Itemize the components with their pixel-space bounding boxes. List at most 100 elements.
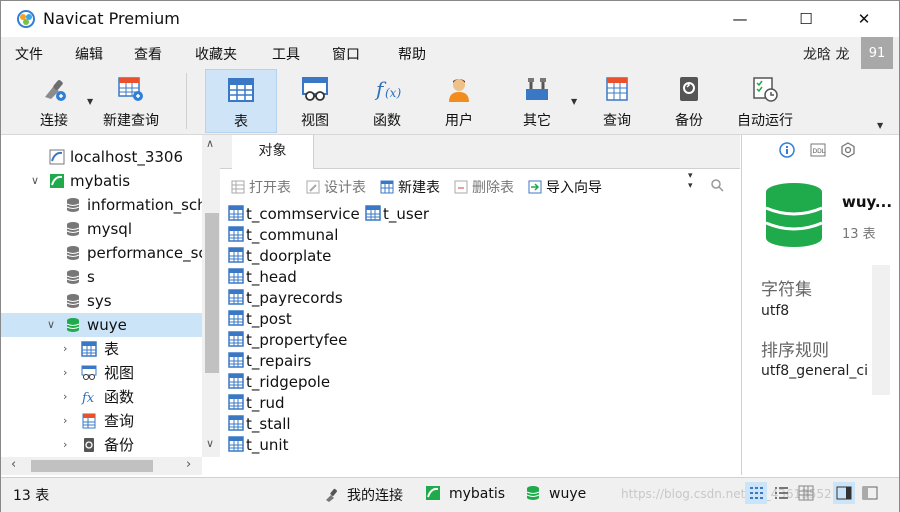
toolbar-overflow-icon[interactable]: ▼ — [877, 121, 883, 130]
menu-edit[interactable]: 编辑 — [75, 44, 103, 64]
new-query-icon — [118, 77, 143, 101]
expand-arrow-icon[interactable]: › — [63, 337, 67, 361]
tree-label-wuye: wuye — [87, 316, 127, 334]
mysql-connection-icon — [426, 486, 440, 500]
menu-favorites[interactable]: 收藏夹 — [195, 44, 237, 64]
collapse-arrow-icon[interactable]: ∨ — [47, 313, 55, 337]
scroll-up-icon[interactable]: ∧ — [206, 137, 214, 150]
scroll-left-icon[interactable]: ‹ — [11, 457, 16, 472]
tree-item-database[interactable]: sys — [1, 289, 202, 313]
import-wizard-label: 导入向导 — [546, 180, 602, 196]
list-view-icon[interactable] — [745, 482, 767, 504]
toolbar-new-query-button[interactable]: 新建查询 — [99, 69, 163, 133]
maximize-button[interactable]: ☐ — [783, 1, 829, 37]
detail-view-icon[interactable] — [770, 482, 792, 504]
new-table-label: 新建表 — [398, 180, 440, 196]
new-table-button[interactable]: 新建表 — [380, 177, 440, 197]
toolbar-function-button[interactable]: f (x) 函数 — [351, 69, 423, 133]
table-row[interactable]: t_communal — [228, 225, 338, 246]
menu-view[interactable]: 查看 — [134, 44, 162, 64]
tree-item-queries[interactable]: › 查询 — [1, 409, 202, 433]
ddl-icon[interactable]: DDL — [810, 143, 826, 157]
tree-item-database[interactable]: performance_schema — [1, 241, 202, 265]
toolbar-backup-label: 备份 — [675, 113, 703, 129]
tree-item-views[interactable]: › 视图 — [1, 361, 202, 385]
toolbar-view-button[interactable]: 视图 — [279, 69, 351, 133]
tree-vertical-scrollbar[interactable]: ∧ ∨ — [202, 135, 220, 457]
design-table-button[interactable]: 设计表 — [306, 177, 366, 197]
toolbar-others-button[interactable]: 其它 — [501, 69, 573, 133]
notification-badge[interactable]: 91 — [861, 37, 893, 69]
svg-text:(x): (x) — [385, 86, 401, 100]
table-row[interactable]: t_user — [365, 204, 429, 225]
toolbar-query-button[interactable]: 查询 — [581, 69, 653, 133]
tree-item-connection[interactable]: localhost_3306 — [1, 145, 202, 169]
design-table-label: 设计表 — [324, 180, 366, 196]
connection-dropdown-icon[interactable]: ▼ — [87, 97, 93, 106]
table-icon — [81, 341, 97, 357]
tree-label-views: 视图 — [104, 364, 135, 382]
menu-tools[interactable]: 工具 — [272, 44, 300, 64]
more-actions-icon[interactable]: ▾ ▾ — [688, 171, 693, 191]
toolbar-automation-button[interactable]: 自动运行 — [729, 69, 801, 133]
tree-item-database[interactable]: mysql — [1, 217, 202, 241]
tab-objects[interactable]: 对象 — [232, 135, 314, 169]
toolbar-table-button[interactable]: 表 — [205, 69, 277, 133]
table-row[interactable]: t_head — [228, 267, 297, 288]
menu-help[interactable]: 帮助 — [398, 44, 426, 64]
table-row[interactable]: t_propertyfee — [228, 330, 347, 351]
expand-arrow-icon[interactable]: › — [63, 433, 67, 457]
open-table-button[interactable]: 打开表 — [231, 177, 291, 197]
tree-item-wuye[interactable]: ∨ wuye — [1, 313, 202, 337]
toolbar-user-button[interactable]: 用户 — [423, 69, 495, 133]
search-icon[interactable] — [711, 179, 724, 192]
delete-table-button[interactable]: 删除表 — [454, 177, 514, 197]
toggle-panel-icon[interactable] — [859, 482, 881, 504]
expand-arrow-icon[interactable]: › — [63, 409, 67, 433]
table-list: t_commservice t_user t_communal t_doorplate… — [220, 201, 740, 475]
table-name: t_head — [246, 268, 297, 286]
collation-label: 排序规则 — [761, 341, 829, 361]
table-row[interactable]: t_commservice — [228, 204, 360, 225]
info-scrollbar[interactable] — [872, 265, 890, 395]
table-row[interactable]: t_ridgepole — [228, 372, 330, 393]
scrollbar-thumb[interactable] — [31, 460, 153, 472]
table-row[interactable]: t_stall — [228, 414, 291, 435]
tree-item-database[interactable]: information_schema — [1, 193, 202, 217]
tree-label-database: mysql — [87, 220, 132, 238]
table-row[interactable]: t_doorplate — [228, 246, 331, 267]
toolbar-backup-button[interactable]: 备份 — [653, 69, 725, 133]
expand-arrow-icon[interactable]: › — [63, 361, 67, 385]
user-name[interactable]: 龙晗 龙 — [803, 44, 849, 64]
grid-view-icon[interactable] — [795, 482, 817, 504]
info-icon[interactable] — [779, 142, 795, 158]
minimize-button[interactable]: — — [717, 1, 763, 37]
tree-item-backups[interactable]: › 备份 — [1, 433, 202, 457]
table-row[interactable]: t_post — [228, 309, 292, 330]
tree-horizontal-scrollbar[interactable]: ‹ › — [1, 457, 202, 475]
table-row[interactable]: t_repairs — [228, 351, 311, 372]
table-row[interactable]: t_payrecords — [228, 288, 343, 309]
scroll-right-icon[interactable]: › — [186, 457, 191, 472]
table-row[interactable]: t_rud — [228, 393, 285, 414]
toolbar-connection-button[interactable]: 连接 — [25, 69, 83, 133]
collapse-arrow-icon[interactable]: ∨ — [31, 169, 39, 193]
tree-item-database[interactable]: s — [1, 265, 202, 289]
close-button[interactable]: ✕ — [841, 1, 887, 37]
table-row[interactable]: t_unit — [228, 435, 288, 456]
toolbar-automation-label: 自动运行 — [737, 113, 793, 129]
import-wizard-button[interactable]: 导入向导 — [528, 177, 602, 197]
tree-item-tables[interactable]: › 表 — [1, 337, 202, 361]
expand-arrow-icon[interactable]: › — [63, 385, 67, 409]
table-icon — [228, 331, 244, 347]
menu-file[interactable]: 文件 — [15, 44, 43, 64]
toggle-info-panel-icon[interactable] — [833, 482, 855, 504]
tree-item-mybatis[interactable]: ∨ mybatis — [1, 169, 202, 193]
others-dropdown-icon[interactable]: ▼ — [571, 97, 577, 106]
settings-icon[interactable] — [840, 142, 856, 158]
tree-item-functions[interactable]: › fx 函数 — [1, 385, 202, 409]
table-name: t_unit — [246, 436, 289, 454]
menu-window[interactable]: 窗口 — [332, 44, 360, 64]
scroll-down-icon[interactable]: ∨ — [206, 437, 214, 450]
scrollbar-thumb[interactable] — [205, 213, 219, 373]
